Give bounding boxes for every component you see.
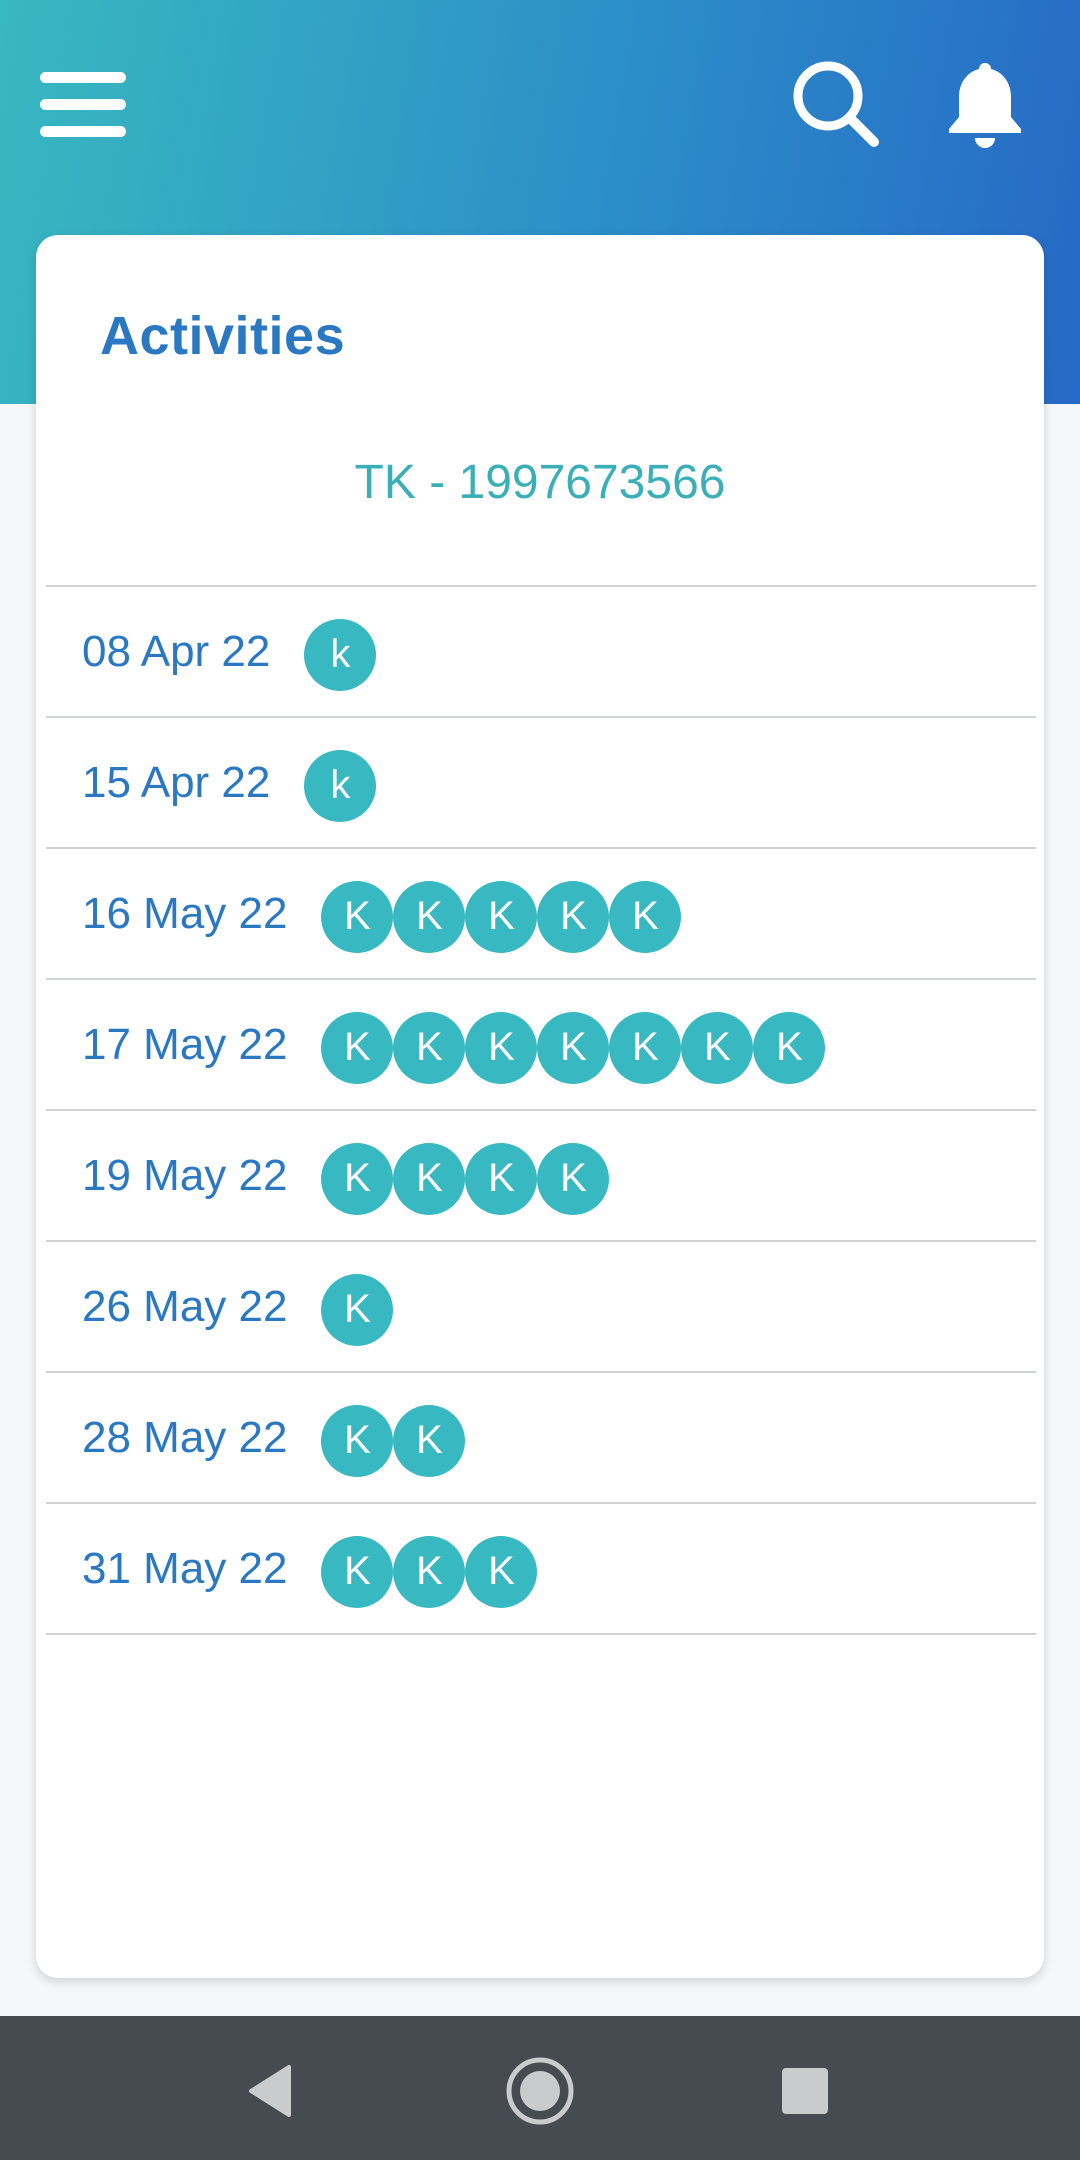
activity-row[interactable]: 17 May 22 K K K K K K K bbox=[46, 980, 1036, 1111]
recents-square-icon bbox=[782, 2068, 828, 2114]
activity-date: 26 May 22 bbox=[82, 1281, 288, 1331]
activity-date: 15 Apr 22 bbox=[82, 757, 271, 807]
activity-list: 08 Apr 22 k 15 Apr 22 k 16 May 22 K K K K K 17 May… bbox=[46, 585, 1036, 1635]
activity-badge[interactable]: K bbox=[681, 1011, 754, 1084]
activity-badge[interactable]: K bbox=[321, 1535, 394, 1608]
activity-badge[interactable]: K bbox=[609, 1011, 682, 1084]
activity-badge[interactable]: k bbox=[304, 749, 377, 822]
activity-badge[interactable]: K bbox=[321, 1011, 394, 1084]
activity-badge[interactable]: K bbox=[321, 1404, 394, 1477]
activity-badge[interactable]: K bbox=[537, 1011, 610, 1084]
activity-row[interactable]: 08 Apr 22 k bbox=[46, 587, 1036, 718]
activity-badge[interactable]: K bbox=[753, 1011, 826, 1084]
activity-badge[interactable]: K bbox=[537, 880, 610, 953]
activity-badge[interactable]: K bbox=[465, 1011, 538, 1084]
activity-date: 19 May 22 bbox=[82, 1150, 288, 1200]
activity-badge[interactable]: k bbox=[304, 618, 377, 691]
activity-badges: k bbox=[304, 618, 377, 691]
search-button[interactable] bbox=[776, 44, 896, 164]
activity-row[interactable]: 26 May 22 K bbox=[46, 1242, 1036, 1373]
activity-badge[interactable]: K bbox=[537, 1142, 610, 1215]
activity-badge[interactable]: K bbox=[465, 1535, 538, 1608]
activity-row[interactable]: 15 Apr 22 k bbox=[46, 718, 1036, 849]
activity-badge[interactable]: K bbox=[393, 1535, 466, 1608]
activity-badges: KKKKK bbox=[321, 880, 682, 953]
activity-date: 28 May 22 bbox=[82, 1412, 288, 1462]
activity-badges: K bbox=[321, 1273, 394, 1346]
activity-badge[interactable]: K bbox=[321, 1142, 394, 1215]
activity-row[interactable]: 28 May 22 K K bbox=[46, 1373, 1036, 1504]
home-circle-icon bbox=[506, 2057, 574, 2125]
home-button[interactable] bbox=[495, 2046, 585, 2136]
activity-date: 17 May 22 bbox=[82, 1019, 288, 1069]
activity-row[interactable]: 19 May 22 K K K K bbox=[46, 1111, 1036, 1242]
activity-row[interactable]: 16 May 22 K K K K K bbox=[46, 849, 1036, 980]
activity-badge[interactable]: K bbox=[609, 880, 682, 953]
hamburger-menu-icon bbox=[40, 72, 126, 137]
activity-date: 08 Apr 22 bbox=[82, 626, 271, 676]
activity-badge[interactable]: K bbox=[321, 880, 394, 953]
activity-date: 16 May 22 bbox=[82, 888, 288, 938]
activity-badge[interactable]: K bbox=[465, 880, 538, 953]
recents-button[interactable] bbox=[760, 2046, 850, 2136]
activities-card: Activities TK - 1997673566 08 Apr 22 k 15 … bbox=[36, 235, 1044, 1978]
activity-badge[interactable]: K bbox=[393, 1011, 466, 1084]
menu-button[interactable] bbox=[40, 50, 150, 160]
search-icon bbox=[793, 61, 879, 147]
notifications-button[interactable] bbox=[930, 44, 1040, 164]
activity-badges: KKKK bbox=[321, 1142, 610, 1215]
back-triangle-icon bbox=[249, 2065, 291, 2117]
activity-badges: k bbox=[304, 749, 377, 822]
system-navigation-bar bbox=[0, 2016, 1080, 2160]
activity-badges: KKKKKKK bbox=[321, 1011, 826, 1084]
page-title: Activities bbox=[100, 306, 346, 366]
activity-badges: KK bbox=[321, 1404, 466, 1477]
activity-badge[interactable]: K bbox=[393, 1404, 466, 1477]
activity-badges: KKK bbox=[321, 1535, 538, 1608]
account-id: TK - 1997673566 bbox=[354, 456, 726, 509]
activity-badge[interactable]: K bbox=[321, 1273, 394, 1346]
bell-icon bbox=[949, 63, 1021, 148]
activity-badge[interactable]: K bbox=[393, 880, 466, 953]
activity-row[interactable]: 31 May 22 K K K bbox=[46, 1504, 1036, 1635]
activity-badge[interactable]: K bbox=[465, 1142, 538, 1215]
activity-badge[interactable]: K bbox=[393, 1142, 466, 1215]
activity-date: 31 May 22 bbox=[82, 1543, 288, 1593]
back-button[interactable] bbox=[225, 2046, 315, 2136]
